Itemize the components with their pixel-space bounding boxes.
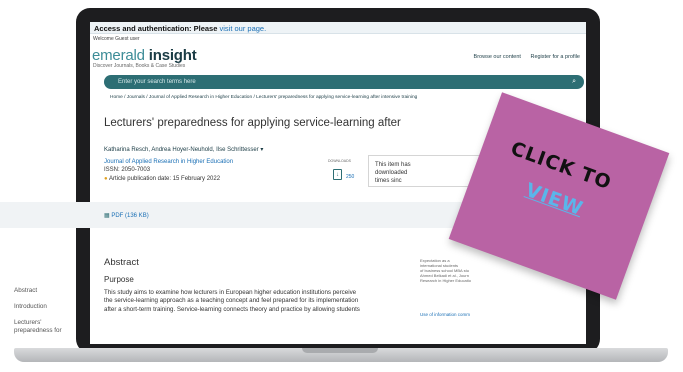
related-link[interactable]: Use of information comm [420, 312, 470, 317]
emerald-insight-logo[interactable]: emerald insight [92, 47, 197, 64]
download-icon[interactable]: ↓ [333, 169, 342, 180]
brand-header: emerald insight Discover Journals, Books… [90, 44, 586, 72]
authors-text: Katharina Resch, Andrea Hoyer-Neuhold, I… [104, 147, 259, 153]
logo-emerald: emerald [92, 47, 145, 64]
welcome-text: Welcome Guest user [93, 36, 140, 42]
search-placeholder: Enter your search terms here [118, 79, 196, 85]
sidebar-item-lecturers[interactable]: Lecturers' preparedness for [14, 319, 62, 335]
logo-insight: insight [148, 47, 197, 64]
purpose-heading: Purpose [104, 275, 134, 284]
article-title: Lecturers' preparedness for applying ser… [104, 117, 401, 129]
pdf-label: PDF (136 KB) [111, 213, 149, 219]
downloads-count: 250 [346, 174, 355, 180]
laptop-notch [302, 348, 378, 353]
downloads-label: DOWNLOADS [328, 159, 351, 163]
abstract-line-3: after a short-term training. Service-lea… [104, 305, 360, 313]
pub-date-value: 15 February 2022 [172, 176, 221, 182]
issn-value: 2050-7003 [121, 167, 151, 173]
visit-page-link[interactable]: visit our page. [219, 24, 266, 33]
search-input[interactable]: Enter your search terms here ⌕ [104, 75, 584, 89]
search-icon[interactable]: ⌕ [572, 75, 576, 89]
publication-date: ● Article publication date: 15 February … [104, 176, 220, 182]
access-banner: Access and authentication: Please visit … [90, 22, 586, 34]
register-profile-link[interactable]: Register for a profile [530, 54, 580, 60]
info-line-2: downloaded [375, 170, 408, 176]
abstract-line-2: the service-learning approach as a teach… [104, 297, 359, 305]
related-article[interactable]: Expectation as a international students … [420, 258, 492, 283]
brand-tagline: Discover Journals, Books & Case Studies [93, 63, 186, 69]
pdf-download-link[interactable]: ▦ PDF (136 KB) [104, 212, 149, 219]
abstract-heading: Abstract [104, 257, 139, 268]
calendar-icon: ● [104, 176, 108, 182]
related-line-5: Research in Higher Educatio [420, 278, 471, 283]
view-link[interactable]: VIEW [523, 179, 587, 220]
chevron-down-icon[interactable]: ▾ [260, 147, 263, 153]
search-bar-area: Enter your search terms here ⌕ [90, 72, 586, 94]
browse-content-link[interactable]: Browse our content [474, 54, 521, 60]
pub-date-label: Article publication date: [108, 176, 172, 182]
header-nav: Browse our content Register for a profil… [466, 54, 580, 60]
click-to-text: CLICK TO [507, 137, 615, 195]
info-line-1: This item has [375, 162, 411, 168]
sidebar-item-abstract[interactable]: Abstract [14, 287, 37, 295]
abstract-line-1: This study aims to examine how lecturers… [104, 289, 357, 296]
pdf-bar [0, 202, 496, 228]
sidebar-item-introduction[interactable]: Introduction [14, 303, 47, 311]
sidebar-item-lecturers-line1: Lecturers' [14, 319, 42, 326]
article-authors[interactable]: Katharina Resch, Andrea Hoyer-Neuhold, I… [104, 146, 263, 153]
sidebar-item-lecturers-line2: preparedness for [14, 327, 62, 334]
access-banner-text: Access and authentication: Please [94, 24, 218, 33]
journal-link[interactable]: Journal of Applied Research in Higher Ed… [104, 159, 233, 165]
issn-label: ISSN: [104, 167, 120, 173]
issn: ISSN: 2050-7003 [104, 167, 150, 173]
pdf-icon: ▦ [104, 213, 110, 219]
abstract-text: This study aims to examine how lecturers… [104, 289, 424, 314]
